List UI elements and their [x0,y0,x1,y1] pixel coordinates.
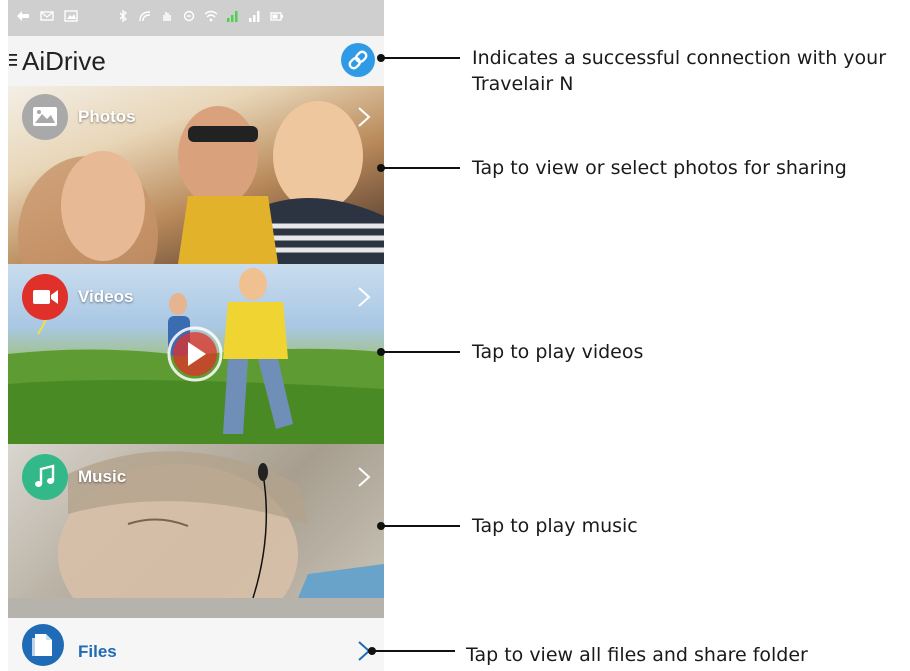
annotation-connection: Indicates a successful connection with y… [472,45,886,97]
callout-files [368,647,455,655]
annotation-connection-line1: Indicates a successful connection with y… [472,47,887,69]
callout-videos [377,348,460,356]
callout-photos [377,164,460,172]
annotation-photos: Tap to view or select photos for sharing [472,157,847,179]
annotation-connection-line2: Travelair N [472,73,574,95]
annotation-videos: Tap to play videos [472,341,644,363]
callout-lines [368,54,460,655]
callout-connection [377,54,460,62]
callout-music [377,522,460,530]
annotation-music: Tap to play music [472,515,638,537]
annotation-files: Tap to view all files and share folder [466,644,808,666]
